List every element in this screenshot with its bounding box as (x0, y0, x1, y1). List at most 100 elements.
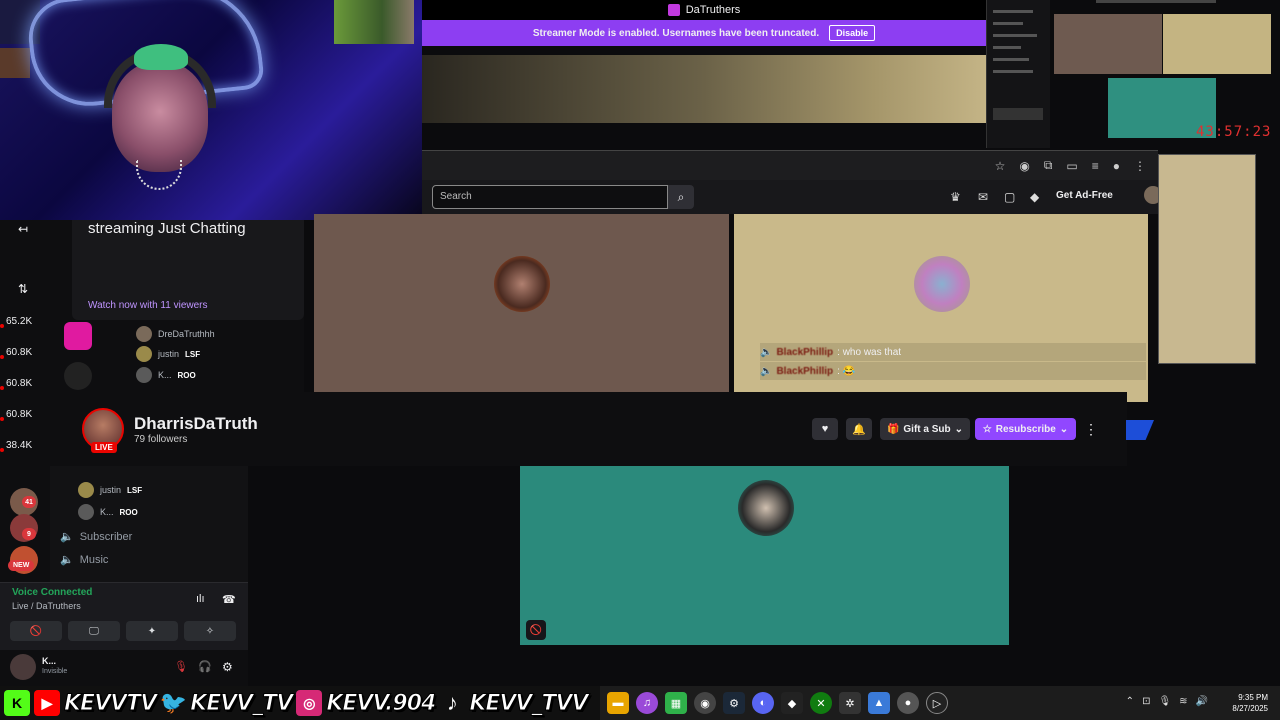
stream-tile-1[interactable] (314, 214, 729, 394)
gift-icon: 🎁 (886, 423, 900, 435)
more-options-button[interactable]: ⋮ (1084, 418, 1098, 440)
itunes-icon[interactable]: ♫ (636, 692, 658, 714)
search-input[interactable]: Search (432, 185, 668, 209)
puzzle-icon[interactable]: ⧉ (1044, 158, 1053, 173)
prime-crown-icon[interactable]: ♛ (950, 190, 961, 204)
chat-line: 🔈 BlackPhillip : 😂 (760, 362, 1146, 380)
chevron-up-icon[interactable]: ⌃ (1126, 696, 1134, 707)
github-icon[interactable]: ◆ (781, 692, 803, 714)
chevron-down-icon: ⌄ (954, 423, 964, 435)
tooltip-watch[interactable]: Watch now with 11 viewers (88, 300, 208, 311)
whispers-icon[interactable]: ▢ (1004, 190, 1015, 204)
speaker-icon: 🔈 (760, 365, 773, 377)
steam-icon[interactable]: ⚙ (723, 692, 745, 714)
chat-user: BlackPhillip (776, 346, 834, 358)
stream-tile-2[interactable]: 🔈 BlackPhillip : who was that 🔈 BlackPhi… (734, 214, 1148, 402)
stream-tile-3[interactable]: 🚫 (520, 466, 1009, 645)
collapse-arrow-icon[interactable]: ↤ (18, 222, 28, 236)
settings-app-icon[interactable]: ✲ (839, 692, 861, 714)
profile-icon[interactable]: ● (1113, 159, 1120, 173)
sidepanel-icon[interactable]: ▭ (1066, 159, 1077, 173)
bell-icon: 🔔 (852, 423, 866, 436)
search-button[interactable]: ⌕ (668, 185, 694, 209)
windows-taskbar: ▬ ♫ ▦ ◉ ⚙ ◐ ◆ ✕ ✲ ▲ ● ▷ ⌃ ⊡ 🎙 ≋ 🔊 9:35 P… (600, 686, 1280, 720)
xbox-icon[interactable]: ✕ (810, 692, 832, 714)
spreadsheet-icon[interactable]: ▦ (665, 692, 687, 714)
speaker-icon: 🔈 (60, 531, 74, 543)
cam-sticker (334, 0, 414, 44)
network-icon[interactable]: ⊡ (1142, 696, 1150, 707)
top-tab-strip: DaTruthers (422, 0, 986, 20)
member-row[interactable]: DreDaTruthhh (136, 326, 215, 342)
get-ad-free-button[interactable]: Get Ad-Free (1056, 190, 1113, 201)
webcam-corner-thumb (0, 48, 30, 78)
channel-subscriber[interactable]: 🔈 Subscriber (60, 530, 132, 544)
search-icon: ⌕ (677, 189, 685, 204)
kick-icon: K (4, 690, 30, 716)
lsf-badge: LSF (185, 349, 201, 359)
resubscribe-button[interactable]: ☆ Resubscribe ⌄ (975, 418, 1076, 440)
top-label-bar (1096, 0, 1216, 3)
bits-icon[interactable]: ◆ (1030, 190, 1039, 204)
notifications-button[interactable]: 🔔 (846, 418, 872, 440)
discord-icon[interactable]: ◐ (752, 692, 774, 714)
live-badge: LIVE (91, 442, 117, 453)
twitter-handle: KEVV_TV (190, 690, 294, 716)
member-row[interactable]: justin LSF (78, 482, 142, 498)
webcam-feed (0, 0, 422, 220)
wifi-icon[interactable]: ≋ (1179, 696, 1187, 707)
viewer-count: 60.8K (6, 409, 33, 420)
gift-sub-button[interactable]: 🎁 Gift a Sub ⌄ (880, 418, 970, 440)
chat-user: BlackPhillip (776, 365, 834, 377)
bookmark-star-icon[interactable]: ☆ (995, 159, 1006, 173)
participant-avatar (494, 256, 550, 312)
media-icon[interactable]: ≡ (1092, 159, 1099, 173)
new-badge: NEW (8, 560, 35, 571)
frog-beanie (134, 44, 188, 70)
disable-button[interactable]: Disable (829, 25, 876, 41)
system-tray: ⌃ ⊡ 🎙 ≋ 🔊 (1126, 696, 1208, 707)
stream-tooltip: streaming Just Chatting Watch now with 1… (72, 220, 304, 320)
participant-avatar (914, 256, 970, 312)
member-row[interactable]: K... ROO (78, 504, 138, 520)
extension-icon[interactable]: ◉ (1019, 159, 1029, 173)
viewer-count: 60.8K (6, 347, 33, 358)
viewer-count: 65.2K (6, 316, 33, 327)
streamer-mode-text: Streamer Mode is enabled. Usernames have… (532, 27, 820, 39)
member-row[interactable]: justin LSF (136, 346, 200, 362)
instagram-handle: KEVV.904 (326, 690, 437, 716)
mic-icon[interactable]: 🎙 (1158, 696, 1171, 707)
tiktok-icon: ♪ (446, 690, 458, 715)
roo-badge: ROO (177, 370, 196, 380)
server-icon[interactable] (64, 322, 92, 350)
heart-icon: ♥ (821, 423, 829, 435)
channel-name[interactable]: DharrisDaTruth (134, 414, 258, 434)
chat-message: : who was that (837, 346, 902, 358)
mention-badge: 41 (22, 496, 36, 508)
clock-time: 9:35 PM (1238, 693, 1268, 702)
preview-thumb-1 (1054, 14, 1162, 74)
photos-icon[interactable]: ▲ (868, 692, 890, 714)
media-player-icon[interactable]: ▷ (926, 692, 948, 714)
server-icon[interactable] (64, 362, 92, 390)
follow-heart-button[interactable]: ♥ (812, 418, 838, 440)
blue-flag (1126, 420, 1154, 440)
chrome-icon[interactable]: ◉ (694, 692, 716, 714)
twitch-header: Search ⌕ ♛ ✉ ▢ ◆ Get Ad-Free (422, 180, 1162, 214)
background-video (422, 55, 986, 123)
file-explorer-icon[interactable]: ▬ (607, 692, 629, 714)
viewer-count: 60.8K (6, 378, 33, 389)
viewer-count: 38.4K (6, 440, 33, 451)
menu-icon[interactable]: ⋮ (1134, 159, 1146, 173)
sort-icon[interactable]: ⇅ (18, 282, 28, 296)
member-row[interactable]: K... ROO (136, 367, 196, 383)
mic-muted-icon: 🚫 (526, 620, 546, 640)
instagram-icon: ◎ (296, 690, 323, 716)
clock-date: 8/27/2025 (1232, 704, 1268, 713)
taskbar-clock[interactable]: 9:35 PM 8/27/2025 (1232, 692, 1268, 714)
volume-icon[interactable]: 🔊 (1196, 696, 1208, 707)
inbox-icon[interactable]: ✉ (978, 190, 988, 204)
obs-icon[interactable]: ● (897, 692, 919, 714)
channel-music[interactable]: 🔈 Music (60, 553, 108, 567)
discord-channel-panel: justin LSF K... ROO 🔈 Subscriber 🔈 Music (50, 466, 248, 686)
